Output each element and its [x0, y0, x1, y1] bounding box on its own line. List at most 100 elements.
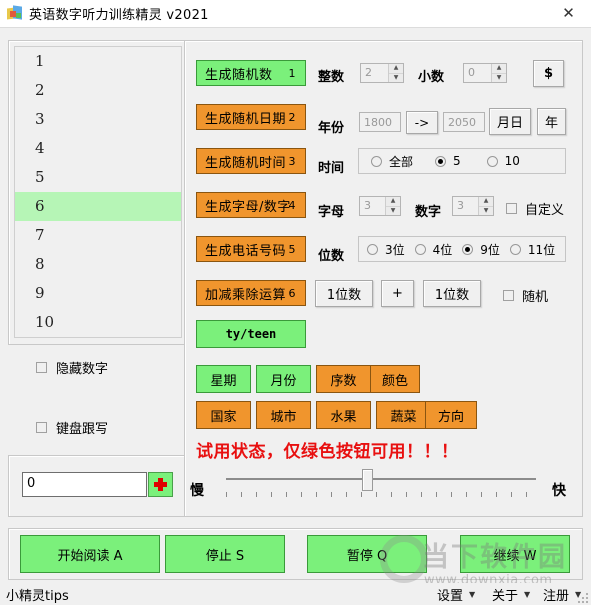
button-hotkey: 4 [288, 198, 296, 212]
radio-dot[interactable] [414, 243, 426, 255]
register-menu[interactable]: 注册 ▼ [543, 585, 581, 604]
category-ordinal-button[interactable]: 序数 [316, 365, 371, 393]
category-month-button[interactable]: 月份 [256, 365, 311, 393]
category-weekday-button[interactable]: 星期 [196, 365, 251, 393]
list-item[interactable]: 9 [15, 279, 181, 308]
spinner-arrows[interactable]: ▲ ▼ [385, 197, 400, 215]
checkbox-box[interactable] [36, 422, 47, 433]
dollar-button[interactable]: $ [533, 60, 564, 87]
about-menu-label: 关于 [492, 588, 519, 604]
list-item-selected[interactable]: 6 [15, 192, 181, 221]
keyboard-follow-checkbox[interactable]: 键盘跟写 [36, 418, 108, 437]
sentence-listbox[interactable]: 1 2 3 4 5 6 7 8 9 10 [14, 46, 182, 338]
chevron-down-icon[interactable]: ▼ [469, 590, 475, 599]
year-from-input[interactable]: 1800 [359, 112, 401, 132]
resume-button[interactable]: 继续 W [460, 535, 570, 573]
category-city-button[interactable]: 城市 [256, 401, 311, 429]
radio-dot[interactable] [367, 243, 378, 255]
list-item[interactable]: 5 [15, 163, 181, 192]
settings-menu-label: 设置 [437, 588, 464, 604]
year-button[interactable]: 年 [537, 108, 566, 135]
category-vegetable-button[interactable]: 蔬菜 [376, 401, 431, 429]
pause-button[interactable]: 暂停 Q [307, 535, 427, 573]
integer-value[interactable]: 2 [361, 64, 388, 82]
decimal-spinner[interactable]: 0 ▲ ▼ [463, 63, 507, 83]
button-label: 生成随机时间 [205, 155, 287, 171]
generate-random-number-button[interactable]: 生成随机数 1 [196, 60, 306, 86]
slider-thumb[interactable] [362, 469, 373, 491]
trial-warning-text: 试用状态，仅绿色按钮可用！！！ [196, 442, 459, 462]
resize-grip-icon[interactable] [578, 593, 588, 603]
spinner-arrows[interactable]: ▲ ▼ [388, 64, 403, 82]
phone-option-label: 4位 [432, 242, 453, 257]
generate-random-time-button[interactable]: 生成随机时间 3 [196, 148, 306, 174]
checkbox-box[interactable] [503, 290, 514, 301]
list-item[interactable]: 8 [15, 250, 181, 279]
letter-spinner[interactable]: 3 ▲ ▼ [359, 196, 401, 216]
start-reading-button[interactable]: 开始阅读 A [20, 535, 160, 573]
month-day-button[interactable]: 月日 [489, 108, 531, 135]
button-label: 生成随机日期 [205, 111, 287, 127]
digit-spinner[interactable]: 3 ▲ ▼ [452, 196, 494, 216]
random-operator-checkbox[interactable]: 随机 [503, 286, 548, 305]
spinner-arrows[interactable]: ▲ ▼ [491, 64, 506, 82]
app-cube-icon [7, 5, 22, 21]
list-item[interactable]: 7 [15, 221, 181, 250]
radio-dot[interactable] [371, 155, 382, 167]
left-operand-button[interactable]: 1位数 [315, 280, 373, 307]
hide-numbers-checkbox[interactable]: 隐藏数字 [36, 358, 108, 377]
phone-option-11[interactable]: 11位 [509, 241, 555, 258]
application-window: 英语数字听力训练精灵 v2021 ✕ 1 2 3 4 5 6 7 8 9 10 … [0, 0, 591, 605]
status-bar: 小精灵tips 设置 ▼ 关于 ▼ 注册 ▼ [0, 583, 591, 605]
chevron-down-icon[interactable]: ▼ [524, 590, 530, 599]
category-fruit-button[interactable]: 水果 [316, 401, 371, 429]
stop-button[interactable]: 停止 S [165, 535, 285, 573]
right-operand-button[interactable]: 1位数 [423, 280, 481, 307]
year-range-arrow-button[interactable]: -> [406, 111, 438, 134]
generate-random-date-button[interactable]: 生成随机日期 2 [196, 104, 306, 130]
checkbox-box[interactable] [506, 203, 517, 214]
time-option-10[interactable]: 10 [486, 154, 520, 168]
add-entry-button[interactable] [148, 472, 173, 497]
digit-value[interactable]: 3 [453, 197, 478, 215]
custom-entry-input[interactable]: 0 [22, 472, 147, 497]
letter-value[interactable]: 3 [360, 197, 385, 215]
radio-dot[interactable] [509, 243, 521, 255]
spinner-arrows[interactable]: ▲ ▼ [478, 197, 493, 215]
speed-slider[interactable]: 慢 快 [190, 466, 577, 512]
phone-option-4[interactable]: 4位 [414, 241, 453, 258]
list-item[interactable]: 3 [15, 105, 181, 134]
decimal-label: 小数 [418, 70, 445, 85]
slider-ticks [226, 492, 536, 497]
category-direction-button[interactable]: 方向 [425, 401, 477, 429]
decimal-value[interactable]: 0 [464, 64, 491, 82]
list-item[interactable]: 2 [15, 76, 181, 105]
close-icon[interactable]: ✕ [546, 0, 591, 26]
phone-option-9[interactable]: 9位 [462, 241, 500, 258]
checkbox-box[interactable] [36, 362, 47, 373]
operator-button[interactable]: + [381, 280, 414, 307]
time-option-label: 5 [453, 154, 461, 168]
random-operator-label: 随机 [522, 290, 549, 305]
settings-menu[interactable]: 设置 ▼ [437, 585, 475, 604]
list-item[interactable]: 4 [15, 134, 181, 163]
radio-dot[interactable] [486, 155, 498, 167]
category-country-button[interactable]: 国家 [196, 401, 251, 429]
custom-letters-checkbox[interactable]: 自定义 [506, 199, 564, 218]
category-color-button[interactable]: 颜色 [370, 365, 420, 393]
arithmetic-button[interactable]: 加减乘除运算 6 [196, 280, 306, 306]
radio-dot-selected[interactable] [462, 243, 474, 255]
generate-letter-digit-button[interactable]: 生成字母/数字 4 [196, 192, 306, 218]
slider-track[interactable] [226, 478, 536, 480]
time-option-5[interactable]: 5 [435, 154, 461, 168]
integer-spinner[interactable]: 2 ▲ ▼ [360, 63, 404, 83]
about-menu[interactable]: 关于 ▼ [492, 585, 530, 604]
list-item[interactable]: 1 [15, 47, 181, 76]
ty-teen-button[interactable]: ty/teen [196, 320, 306, 348]
list-item[interactable]: 10 [15, 308, 181, 337]
generate-phone-number-button[interactable]: 生成电话号码 5 [196, 236, 306, 262]
radio-dot-selected[interactable] [435, 155, 447, 167]
year-to-input[interactable]: 2050 [443, 112, 485, 132]
time-option-all[interactable]: 全部 [371, 153, 413, 170]
phone-option-3[interactable]: 3位 [367, 241, 405, 258]
